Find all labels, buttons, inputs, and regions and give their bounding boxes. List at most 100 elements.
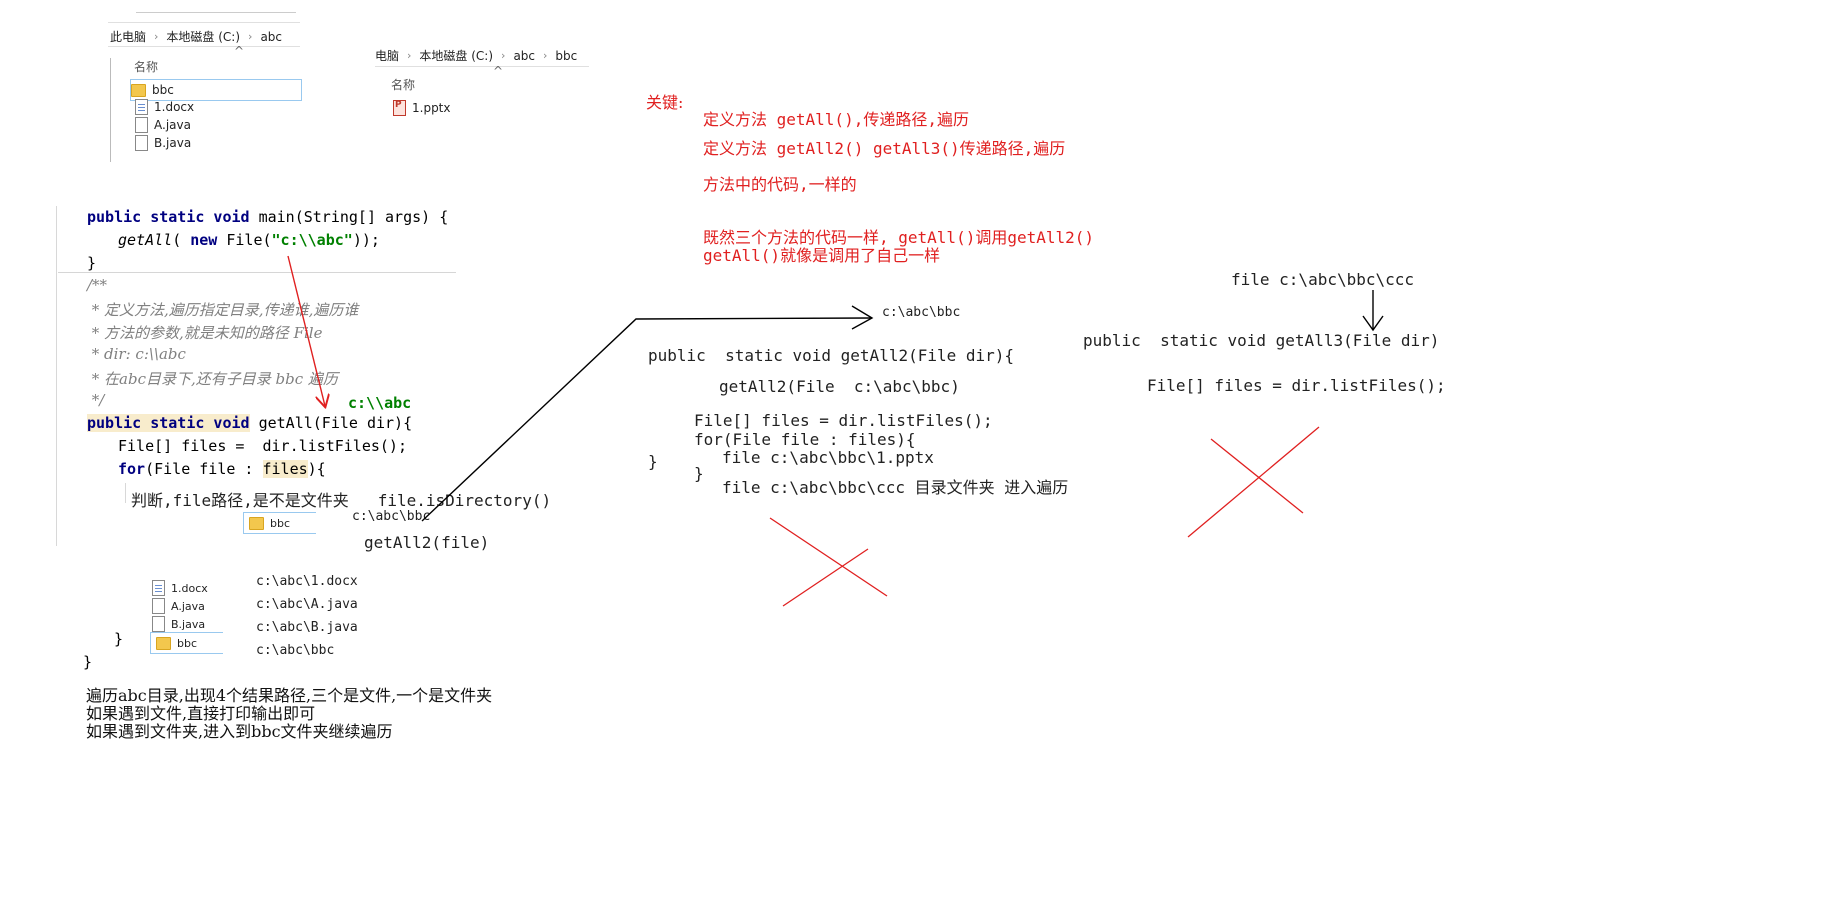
breadcrumb-item[interactable]: abc <box>260 30 282 44</box>
list-item[interactable]: 1.pptx <box>393 98 451 118</box>
getall3-signature: public static void getAll3(File dir) <box>1083 331 1440 350</box>
note-line: 定义方法 getAll(),传递路径,遍历 <box>703 110 969 129</box>
nav-pane-edge <box>110 58 111 162</box>
folder-icon <box>156 636 171 650</box>
code-line-listfiles: File[] files = dir.listFiles(); <box>118 437 407 455</box>
getall3-listfiles: File[] files = dir.listFiles(); <box>1147 376 1446 395</box>
breadcrumb-item[interactable]: 本地磁盘 (C:) <box>166 28 240 45</box>
getall2-signature: public static void getAll2(File dir){ <box>648 346 1015 365</box>
arrow-head-icon <box>851 305 874 330</box>
file-name: 1.docx <box>171 581 208 595</box>
code-line-main-signature: public static void main(String[] args) { <box>87 208 449 226</box>
breadcrumb-item[interactable]: 此电脑 <box>110 28 146 45</box>
file-name: bbc <box>152 83 174 97</box>
file-icon <box>135 135 148 151</box>
code-line-for: for(File file : files){ <box>118 460 326 478</box>
explorer-bbc: 电脑 › 本地磁盘 (C:) › abc › bbc ^ 名称 1.pptx <box>375 42 591 152</box>
path-result: c:\abc\B.java <box>256 620 358 635</box>
file-name: bbc <box>177 636 198 650</box>
code-line-brace: } <box>83 653 93 671</box>
toolbar-edge <box>136 12 296 13</box>
file-name: B.java <box>171 617 206 631</box>
document-icon <box>135 99 148 115</box>
note-line: 方法中的代码,一样的 <box>703 175 857 194</box>
folder-chip-bbc: bbc <box>243 512 316 534</box>
annotation-path-abc: c:\\abc <box>348 394 412 412</box>
getall3-label: file c:\abc\bbc\ccc <box>1231 270 1415 289</box>
getall2-call: getAll2(File c:\abc\bbc) <box>719 377 960 396</box>
indent-guide <box>125 483 126 503</box>
breadcrumb-item[interactable]: abc <box>513 49 535 63</box>
breadcrumb-item[interactable]: 本地磁盘 (C:) <box>419 47 493 64</box>
red-cross-icon <box>1187 426 1320 538</box>
list-item: A.java <box>152 596 205 616</box>
list-item[interactable]: 1.docx <box>135 97 194 117</box>
list-item[interactable]: A.java <box>135 115 191 135</box>
file-name: B.java <box>154 136 192 150</box>
file-name: bbc <box>270 516 291 530</box>
annotation-path-bbc: c:\abc\bbc <box>352 509 431 524</box>
breadcrumb-item[interactable]: 电脑 <box>375 47 399 64</box>
key-label: 关键: <box>646 93 684 112</box>
note-line: 定义方法 getAll2() getAll3()传递路径,遍历 <box>703 139 1066 158</box>
breadcrumb-divider <box>375 66 589 67</box>
red-cross-icon <box>1210 438 1304 514</box>
path-result: c:\abc\1.docx <box>256 574 358 589</box>
path-result: c:\abc\A.java <box>256 597 358 612</box>
code-line-brace: } <box>87 254 97 272</box>
file-name: 1.pptx <box>412 101 451 115</box>
list-item: 1.docx <box>152 578 208 598</box>
summary-line: 如果遇到文件夹,进入到bbc文件夹继续遍历 <box>86 722 393 741</box>
comment-line: * 在abc目录下,还有子目录 bbc 遍历 <box>87 370 338 388</box>
breadcrumb: 此电脑 › 本地磁盘 (C:) › abc <box>110 28 282 45</box>
file-icon <box>152 598 165 614</box>
getall2-close-outer: } <box>648 452 658 471</box>
breadcrumb: 电脑 › 本地磁盘 (C:) › abc › bbc <box>375 47 577 64</box>
arrow-head-icon <box>1362 315 1384 332</box>
getall2-for: for(File file : files){ <box>694 430 916 449</box>
chevron-right-icon: › <box>407 49 412 62</box>
annotation-call-getall2: getAll2(file) <box>364 533 490 552</box>
method-separator <box>58 272 456 273</box>
annotation-target-path: c:\abc\bbc <box>882 305 961 320</box>
file-name: A.java <box>154 118 191 132</box>
list-item: bbc <box>150 632 223 654</box>
explorer-abc: 此电脑 › 本地磁盘 (C:) › abc ^ 名称 bbc 1.docx A.ja… <box>108 0 303 162</box>
comment-line: */ <box>87 391 105 409</box>
getall2-close-inner: } <box>694 464 704 483</box>
chevron-right-icon: › <box>154 30 159 43</box>
comment-line: /** <box>87 276 108 294</box>
breadcrumb-divider <box>108 46 300 47</box>
powerpoint-icon <box>393 100 406 116</box>
breadcrumb-item[interactable]: bbc <box>555 49 577 63</box>
code-line-brace: } <box>114 630 124 648</box>
document-icon <box>152 580 165 596</box>
code-line-getall-call: getAll( new File("c:\\abc")); <box>118 231 380 249</box>
getall2-file-item: file c:\abc\bbc\1.pptx <box>722 448 934 467</box>
chevron-right-icon: › <box>248 30 253 43</box>
column-header-name[interactable]: 名称 <box>391 76 415 93</box>
code-line-getall-signature: public static void getAll(File dir){ <box>87 414 413 432</box>
annotation-judge: 判断,file路径,是不是文件夹 file.isDirectory() <box>131 491 552 510</box>
column-header-name[interactable]: 名称 <box>134 58 158 75</box>
file-icon <box>135 117 148 133</box>
file-icon <box>152 616 165 632</box>
red-cross-icon <box>769 517 888 597</box>
comment-line: * 定义方法,遍历指定目录,传递谁,遍历谁 <box>87 301 359 319</box>
file-name: 1.docx <box>154 100 195 114</box>
sort-up-icon: ^ <box>234 44 245 58</box>
comment-line: * dir: c:\\abc <box>87 345 186 363</box>
folder-icon <box>131 83 146 97</box>
path-result: c:\abc\bbc <box>256 643 335 658</box>
list-item[interactable]: B.java <box>135 133 191 153</box>
breadcrumb-divider <box>108 22 300 23</box>
red-cross-icon <box>782 548 869 607</box>
chevron-right-icon: › <box>501 49 506 62</box>
getall2-file-item: file c:\abc\bbc\ccc 目录文件夹 进入遍历 <box>722 478 1069 497</box>
folder-icon <box>249 516 264 530</box>
chevron-right-icon: › <box>543 49 548 62</box>
list-item: B.java <box>152 614 205 634</box>
sort-up-icon: ^ <box>493 64 504 78</box>
comment-line: * 方法的参数,就是未知的路径 File <box>87 324 323 342</box>
file-name: A.java <box>171 599 205 613</box>
